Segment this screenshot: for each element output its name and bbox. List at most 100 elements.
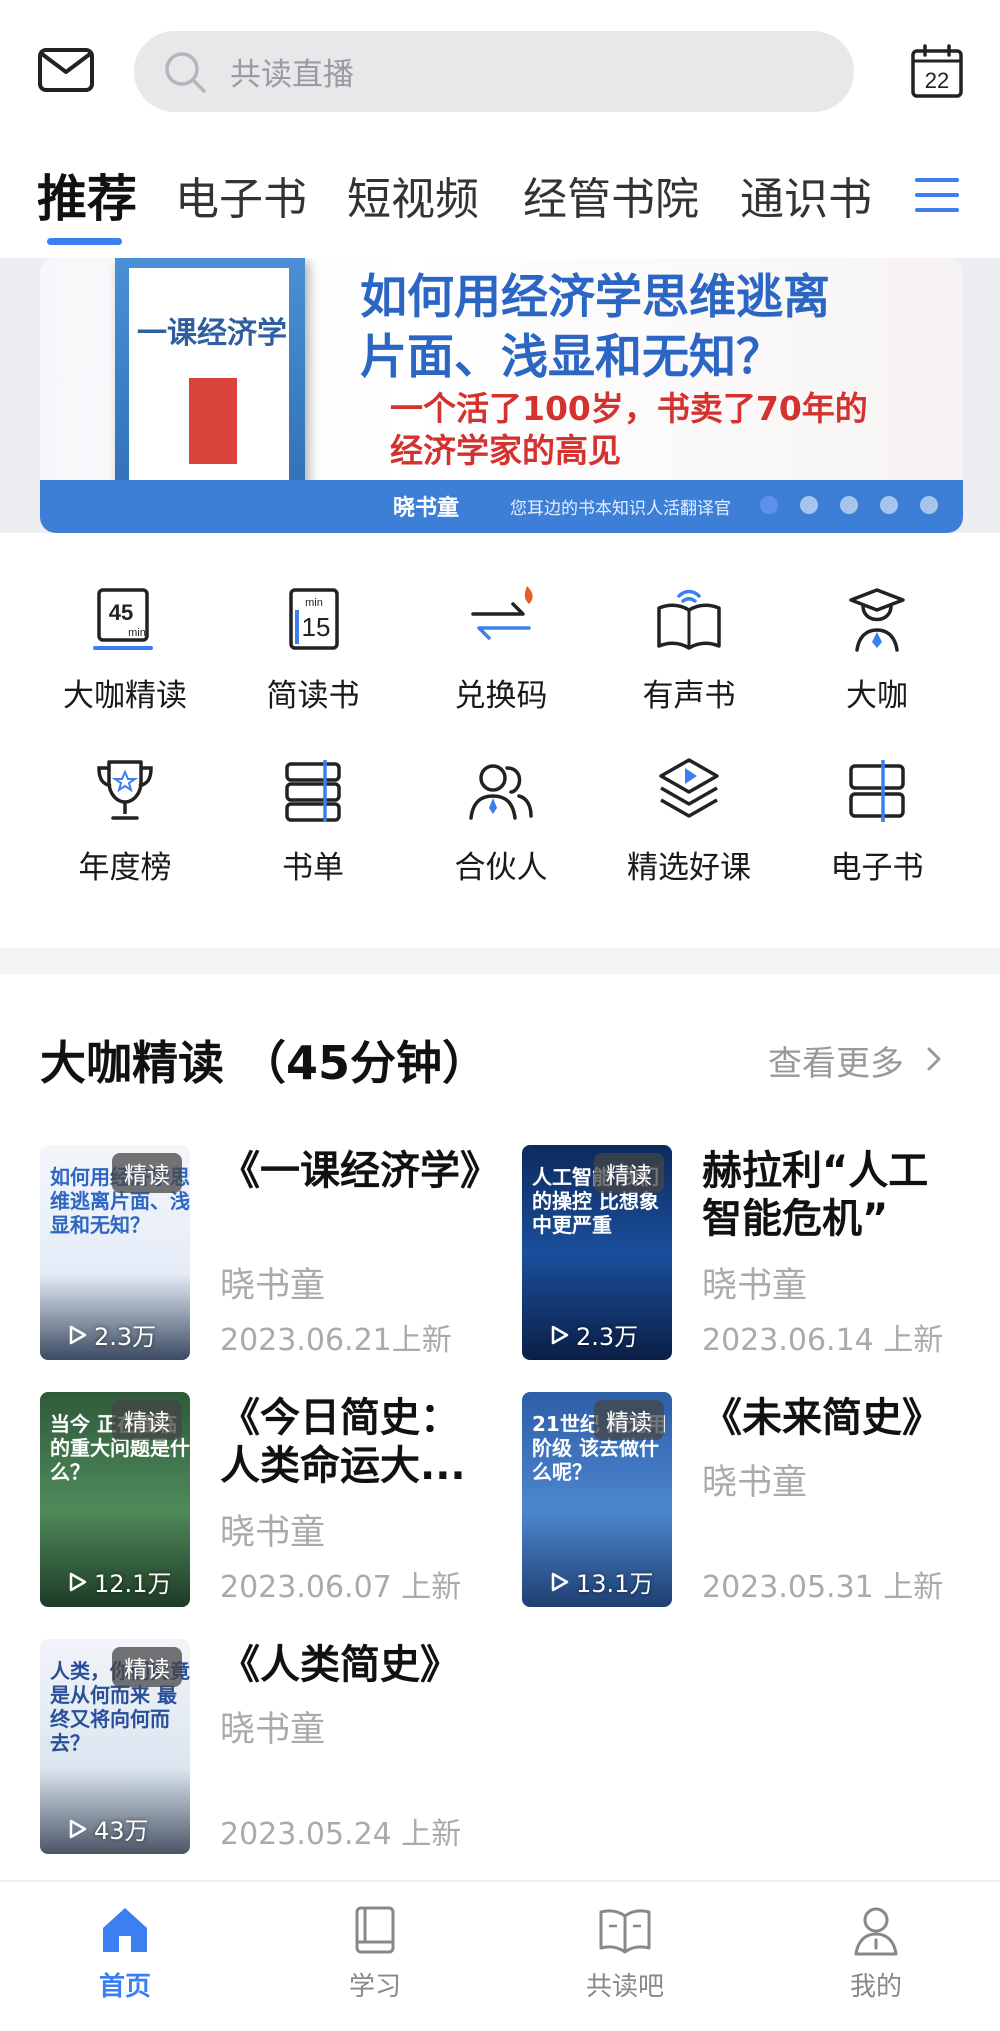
play-icon — [69, 1325, 87, 1344]
play-count: 12.1万 — [66, 1564, 171, 1599]
banner-subtitle: 一个活了100岁，书卖了70年的 经济学家的高见 — [390, 388, 868, 472]
featured-tag: 精读 — [112, 1153, 182, 1193]
grid-label: 大咖精读 — [63, 678, 187, 714]
featured-tag: 精读 — [594, 1153, 664, 1193]
ebook-icon — [849, 760, 905, 822]
expert-icon — [849, 588, 905, 652]
audiobook-icon — [657, 589, 721, 650]
card-title: 《未来简史》 — [702, 1395, 942, 1441]
coread-icon — [599, 1909, 651, 1954]
card-author: 晓书童 — [220, 1266, 326, 1306]
tab-short-video[interactable]: 短视频 — [347, 163, 479, 227]
grid-label: 兑换码 — [454, 678, 548, 714]
tab-ebook[interactable]: 电子书 — [175, 163, 307, 227]
play-icon — [69, 1572, 87, 1591]
svg-text:min: min — [305, 597, 323, 609]
nav-home[interactable]: 首页 — [55, 1902, 195, 2003]
pagination-dot[interactable] — [920, 496, 938, 514]
grid-label: 合伙人 — [454, 850, 548, 886]
book-card[interactable]: 人类，你们究竟是从何而来 最终又将向何而去？ 精读 43万 《人类简史》 晓书童… — [40, 1639, 500, 1854]
featured-tag: 精读 — [112, 1400, 182, 1440]
banner-pagination — [760, 496, 938, 514]
banner-book-cover: 一课经济学 — [115, 258, 305, 508]
grid-item-annual-ranking[interactable]: 年度榜 — [30, 752, 220, 887]
search-placeholder: 共读直播 — [230, 57, 354, 93]
pagination-dot[interactable] — [840, 496, 858, 514]
chevron-right-icon[interactable] — [925, 1046, 943, 1072]
category-tabs: 推荐 电子书 短视频 经管书院 通识书 — [0, 155, 1000, 255]
search-input[interactable]: 共读直播 — [134, 31, 854, 112]
calendar-icon[interactable]: 22 — [911, 44, 963, 98]
svg-text:min: min — [128, 627, 146, 639]
tab-general-knowledge[interactable]: 通识书 — [740, 163, 872, 227]
play-count: 43万 — [66, 1811, 149, 1846]
grid-label: 年度榜 — [78, 850, 172, 886]
banner-headline: 如何用经济学思维逃离 片面、浅显和无知？ — [360, 268, 830, 388]
exchange-code-icon — [471, 586, 533, 640]
book-card[interactable]: 21世纪 的无用阶级 该去做什么呢？ 精读 13.1万 《未来简史》 晓书童 2… — [522, 1392, 982, 1607]
play-count: 13.1万 — [548, 1564, 653, 1599]
banner-brand: 晓书童 — [393, 496, 460, 521]
grid-item-audiobook[interactable]: 有声书 — [594, 580, 784, 715]
nav-label: 学习 — [348, 1972, 401, 2002]
top-bar: 共读直播 22 — [0, 0, 1000, 145]
book-card[interactable]: 当今 正在面临的重大问题是什么？ 精读 12.1万 《今日简史：人类命运大...… — [40, 1392, 500, 1607]
grid-label: 大咖 — [846, 678, 908, 714]
book-cover: 21世纪 的无用阶级 该去做什么呢？ 精读 13.1万 — [522, 1392, 672, 1607]
book-card[interactable]: 人工智能 我们的操控 比想象中更严重 精读 2.3万 赫拉利“人工智能危机” 晓… — [522, 1145, 982, 1360]
menu-icon[interactable] — [915, 175, 959, 215]
card-date: 2023.05.31 上新 — [702, 1570, 944, 1605]
nav-profile[interactable]: 我的 — [806, 1902, 946, 2003]
promo-banner[interactable]: 一课经济学 如何用经济学思维逃离 片面、浅显和无知？ 一个活了100岁，书卖了7… — [40, 258, 963, 533]
grid-item-booklist[interactable]: 书单 — [218, 752, 408, 887]
card-title: 《一课经济学》 — [220, 1148, 500, 1194]
grid-item-expert[interactable]: 大咖 — [782, 580, 972, 715]
play-count-value: 2.3万 — [576, 1323, 639, 1351]
15min-icon: min 15 — [289, 588, 339, 650]
grid-label: 电子书 — [830, 850, 924, 886]
booklist-icon — [285, 760, 341, 822]
grid-item-partner[interactable]: 合伙人 — [406, 752, 596, 887]
book-cover: 如何用经济学思维逃离片面、浅显和无知？ 精读 2.3万 — [40, 1145, 190, 1360]
featured-tag: 精读 — [594, 1400, 664, 1440]
pagination-dot[interactable] — [760, 496, 778, 514]
study-icon — [355, 1906, 395, 1954]
book-cover: 人类，你们究竟是从何而来 最终又将向何而去？ 精读 43万 — [40, 1639, 190, 1854]
home-icon — [103, 1908, 147, 1952]
nav-study[interactable]: 学习 — [305, 1902, 445, 2003]
nav-coread[interactable]: 共读吧 — [555, 1902, 695, 2003]
grid-item-exchange-code[interactable]: 兑换码 — [406, 580, 596, 715]
card-date: 2023.06.21上新 — [220, 1323, 452, 1358]
book-cover: 人工智能 我们的操控 比想象中更严重 精读 2.3万 — [522, 1145, 672, 1360]
grid-label: 有声书 — [642, 678, 736, 714]
banner-slogan: 您耳边的书本知识人活翻译官 — [510, 499, 731, 519]
card-author: 晓书童 — [702, 1463, 808, 1503]
tab-recommend[interactable]: 推荐 — [37, 159, 137, 231]
nav-label: 我的 — [849, 1972, 902, 2002]
course-icon — [659, 758, 719, 818]
play-count-value: 43万 — [94, 1817, 149, 1845]
grid-label: 简读书 — [266, 678, 360, 714]
pagination-dot[interactable] — [880, 496, 898, 514]
grid-item-featured-courses[interactable]: 精选好课 — [594, 752, 784, 887]
card-title: 赫拉利“人工智能危机” — [702, 1148, 929, 1242]
card-date: 2023.06.14 上新 — [702, 1323, 944, 1358]
grid-item-quick-read[interactable]: min 15 简读书 — [218, 580, 408, 715]
book-card[interactable]: 如何用经济学思维逃离片面、浅显和无知？ 精读 2.3万 《一课经济学》 晓书童 … — [40, 1145, 500, 1360]
play-count-value: 2.3万 — [94, 1323, 157, 1351]
mail-icon[interactable] — [38, 48, 94, 92]
grid-label: 精选好课 — [627, 850, 751, 886]
card-author: 晓书童 — [220, 1513, 326, 1553]
tab-business-academy[interactable]: 经管书院 — [523, 163, 699, 227]
grid-item-ebook[interactable]: 电子书 — [782, 752, 972, 887]
card-title: 《人类简史》 — [220, 1642, 460, 1688]
svg-text:45: 45 — [109, 600, 133, 625]
tab-active-indicator — [47, 238, 122, 245]
grid-item-expert-reading[interactable]: 45 min 大咖精读 — [30, 580, 220, 715]
grid-label: 书单 — [282, 850, 344, 886]
pagination-dot[interactable] — [800, 496, 818, 514]
nav-label: 共读吧 — [585, 1972, 664, 2002]
see-more-link[interactable]: 查看更多 — [768, 1036, 904, 1085]
bottom-navigation: 首页 学习 共读吧 我的 — [0, 1880, 1000, 2031]
calendar-day: 22 — [925, 68, 949, 93]
